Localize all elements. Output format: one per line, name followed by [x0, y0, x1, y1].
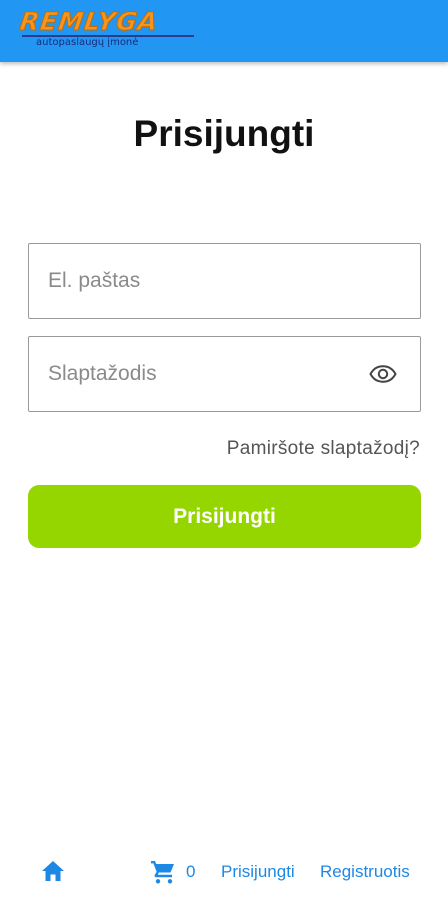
cart-icon[interactable] [150, 859, 176, 885]
email-field-container [28, 243, 421, 319]
brand-name: REMLYGA [18, 7, 161, 37]
cart-count: 0 [186, 862, 196, 881]
nav-register-link[interactable]: Registruotis [320, 862, 410, 882]
eye-icon[interactable] [368, 361, 398, 387]
brand-logo[interactable]: REMLYGA autopaslaugų įmonė [18, 7, 198, 50]
brand-tagline: autopaslaugų įmonė [36, 37, 139, 48]
password-field[interactable] [29, 337, 420, 411]
nav-login-link[interactable]: Prisijungti [221, 862, 295, 882]
bottom-nav: 0 Prisijungti Registruotis [0, 852, 448, 892]
home-icon[interactable] [41, 860, 67, 884]
login-submit-button[interactable]: Prisijungti [28, 485, 421, 548]
app-header: REMLYGA autopaslaugų įmonė [0, 0, 448, 62]
forgot-password-link[interactable]: Pamiršote slaptažodį? [227, 437, 420, 461]
password-field-container [28, 336, 421, 412]
page-title: Prisijungti [133, 113, 315, 154]
email-field[interactable] [29, 244, 420, 318]
